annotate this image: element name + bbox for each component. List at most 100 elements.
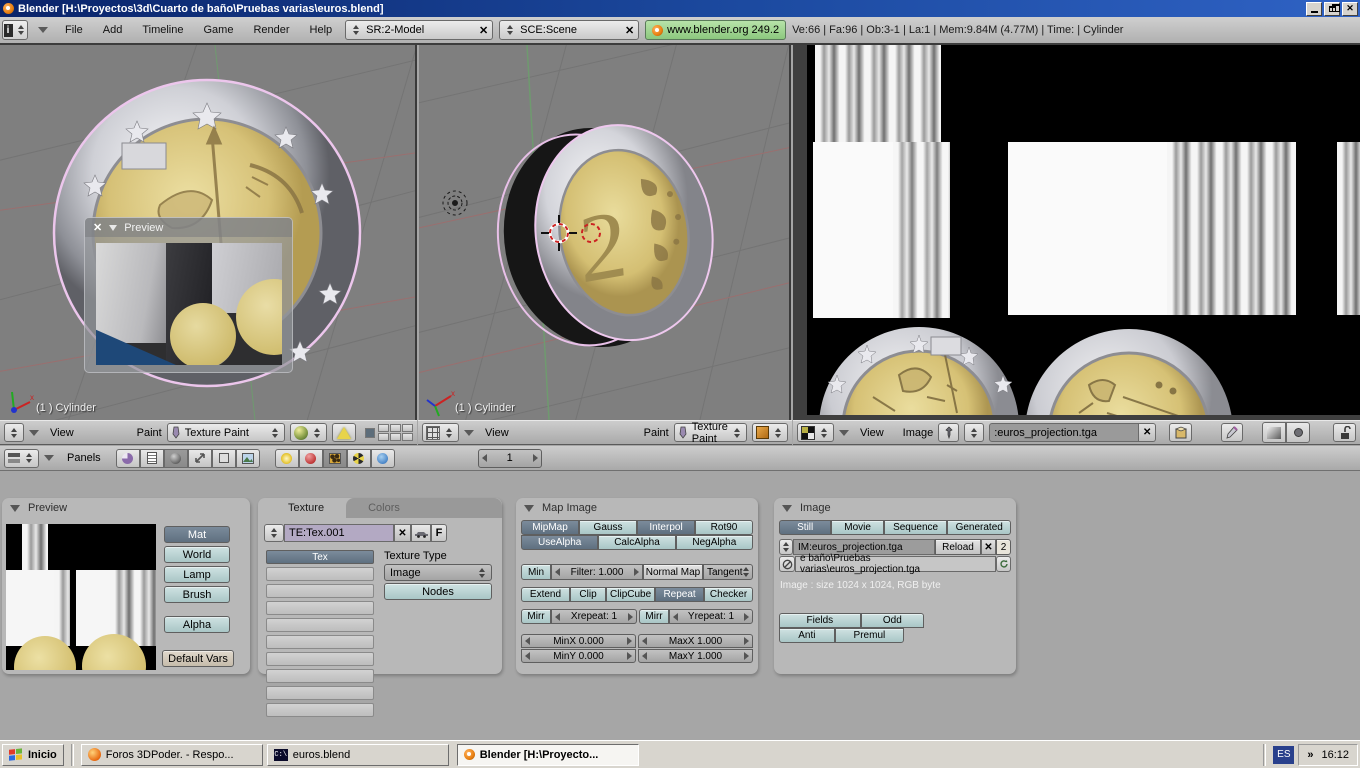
tex-datablock-stepper[interactable] xyxy=(264,524,284,542)
window-type-button[interactable]: i xyxy=(2,20,28,40)
preview-brush-button[interactable]: Brush xyxy=(164,586,230,603)
scene-selector[interactable]: SCE:Scene ✕ xyxy=(499,20,640,40)
xrepeat-stepper[interactable]: Xrepeat: 1 xyxy=(551,609,637,624)
logic-context-button[interactable] xyxy=(115,448,140,468)
vp2-window-type-button[interactable] xyxy=(422,423,459,442)
preview-float-close-icon[interactable]: ✕ xyxy=(93,221,102,234)
vp1-lamp-button[interactable] xyxy=(331,423,356,442)
image-panel-header[interactable]: Image xyxy=(774,498,1016,518)
tex-datablock-field[interactable]: TE:Tex.001 xyxy=(284,524,394,542)
paint-toggle-button[interactable] xyxy=(1220,423,1244,442)
generated-toggle[interactable]: Generated xyxy=(947,520,1011,535)
start-button[interactable]: Inicio xyxy=(2,743,64,766)
tex-fake-user-button[interactable]: F xyxy=(431,524,447,542)
lamp-buttons-button[interactable] xyxy=(274,448,299,468)
extend-toggle[interactable]: Extend xyxy=(521,587,570,602)
close-button[interactable]: ✕ xyxy=(1342,1,1358,16)
language-indicator[interactable]: ES xyxy=(1273,745,1295,764)
menu-timeline[interactable]: Timeline xyxy=(135,24,190,36)
img-datablock-stepper[interactable] xyxy=(964,423,985,442)
vp1-menu-collapse-icon[interactable] xyxy=(29,429,39,436)
task-blender[interactable]: Blender [H:\Proyecto... xyxy=(456,743,639,766)
vp1-view-menu[interactable]: View xyxy=(50,427,74,439)
vp1-mode-selector[interactable]: Texture Paint xyxy=(166,423,285,442)
pin-button[interactable] xyxy=(938,423,960,442)
preview-default-vars-button[interactable]: Default Vars xyxy=(162,650,234,667)
preview-mat-button[interactable]: Mat xyxy=(164,526,230,543)
still-toggle[interactable]: Still xyxy=(779,520,832,535)
normal-map-toggle[interactable]: Normal Map xyxy=(643,564,703,580)
tray-expand-icon[interactable]: » xyxy=(1307,749,1313,761)
vp2-view-menu[interactable]: View xyxy=(485,427,509,439)
buttons-menu-collapse-icon[interactable] xyxy=(44,455,54,461)
usealpha-toggle[interactable]: UseAlpha xyxy=(521,535,599,550)
mipmap-toggle[interactable]: MipMap xyxy=(521,520,579,535)
menu-render[interactable]: Render xyxy=(246,24,296,36)
minx-field[interactable]: MinX 0.000 xyxy=(521,634,636,648)
radiosity-buttons-button[interactable] xyxy=(346,448,371,468)
record-button[interactable] xyxy=(1286,422,1311,443)
vp1-layer-buttons[interactable] xyxy=(364,424,413,441)
preview-lamp-button[interactable]: Lamp xyxy=(164,566,230,583)
anti-toggle[interactable]: Anti xyxy=(779,628,835,643)
menu-file[interactable]: File xyxy=(58,24,90,36)
negalpha-toggle[interactable]: NegAlpha xyxy=(675,535,753,550)
tab-texture[interactable]: Texture xyxy=(266,498,347,518)
realtime-props-button[interactable] xyxy=(1169,423,1192,442)
mirr-y-toggle[interactable]: Mirr xyxy=(639,609,669,624)
preview-float-panel[interactable]: ✕ Preview xyxy=(84,217,293,373)
buttons-window-type[interactable] xyxy=(4,448,39,468)
screen-unlink-icon[interactable]: ✕ xyxy=(479,24,488,37)
texture-slots[interactable]: Tex xyxy=(266,550,374,720)
restore-button[interactable] xyxy=(1324,1,1340,16)
scene-unlink-icon[interactable]: ✕ xyxy=(625,24,634,37)
menu-game[interactable]: Game xyxy=(196,24,240,36)
gradient-button[interactable] xyxy=(1262,422,1287,443)
viewport-3d-center[interactable]: 2 x (1 ) Cylinder xyxy=(419,45,791,420)
task-console[interactable]: C:\ euros.blend xyxy=(266,743,449,766)
object-context-button[interactable] xyxy=(187,448,212,468)
uv-image-editor[interactable] xyxy=(793,45,1360,420)
rot90-toggle[interactable]: Rot90 xyxy=(695,520,753,535)
nodes-button[interactable]: Nodes xyxy=(384,583,492,600)
texture-buttons-button[interactable] xyxy=(322,448,347,468)
premul-toggle[interactable]: Premul xyxy=(834,628,904,643)
scene-context-button[interactable] xyxy=(235,448,260,468)
header-collapse-icon[interactable] xyxy=(38,27,48,33)
panels-menu[interactable]: Panels xyxy=(67,452,101,464)
interpol-toggle[interactable]: Interpol xyxy=(637,520,695,535)
menu-add[interactable]: Add xyxy=(96,24,130,36)
layer-grid[interactable] xyxy=(377,424,413,441)
minimize-button[interactable] xyxy=(1306,1,1322,16)
clip-toggle[interactable]: Clip xyxy=(569,587,607,602)
file-browse-button[interactable] xyxy=(779,556,795,572)
calcalpha-toggle[interactable]: CalcAlpha xyxy=(598,535,676,550)
shading-context-button[interactable] xyxy=(163,448,188,468)
img-db-stepper[interactable] xyxy=(779,539,793,555)
yrepeat-stepper[interactable]: Yrepeat: 1 xyxy=(669,609,753,624)
preview-float-collapse-icon[interactable] xyxy=(109,224,118,231)
miny-field[interactable]: MinY 0.000 xyxy=(521,649,636,663)
texture-slot-active[interactable]: Tex xyxy=(266,550,374,564)
tex-autoname-button[interactable] xyxy=(411,524,431,542)
repeat-toggle[interactable]: Repeat xyxy=(655,587,705,602)
active-layer-cell[interactable] xyxy=(364,427,375,438)
map-image-header[interactable]: Map Image xyxy=(516,498,758,518)
vp2-mode-selector[interactable]: Texture Paint xyxy=(673,421,747,445)
img-users-button[interactable]: 2 xyxy=(996,539,1011,555)
movie-toggle[interactable]: Movie xyxy=(831,520,884,535)
min-toggle[interactable]: Min xyxy=(521,564,551,580)
task-firefox[interactable]: Foros 3DPoder. - Respo... xyxy=(80,743,263,766)
screen-selector[interactable]: SR:2-Model ✕ xyxy=(345,20,494,40)
refresh-button[interactable] xyxy=(996,556,1011,572)
buttons-page-stepper[interactable]: 1 xyxy=(477,448,542,468)
odd-toggle[interactable]: Odd xyxy=(860,613,924,628)
texture-type-dropdown[interactable]: Image xyxy=(384,564,492,581)
image-panel-collapse-icon[interactable] xyxy=(782,504,792,512)
image-unlink-button[interactable]: ✕ xyxy=(1139,423,1157,442)
editing-context-button[interactable] xyxy=(211,448,236,468)
checker-toggle[interactable]: Checker xyxy=(704,587,754,602)
maxy-field[interactable]: MaxY 1.000 xyxy=(638,649,753,663)
preview-panel-header[interactable]: Preview xyxy=(2,498,250,518)
tex-unlink-button[interactable]: ✕ xyxy=(394,524,411,542)
